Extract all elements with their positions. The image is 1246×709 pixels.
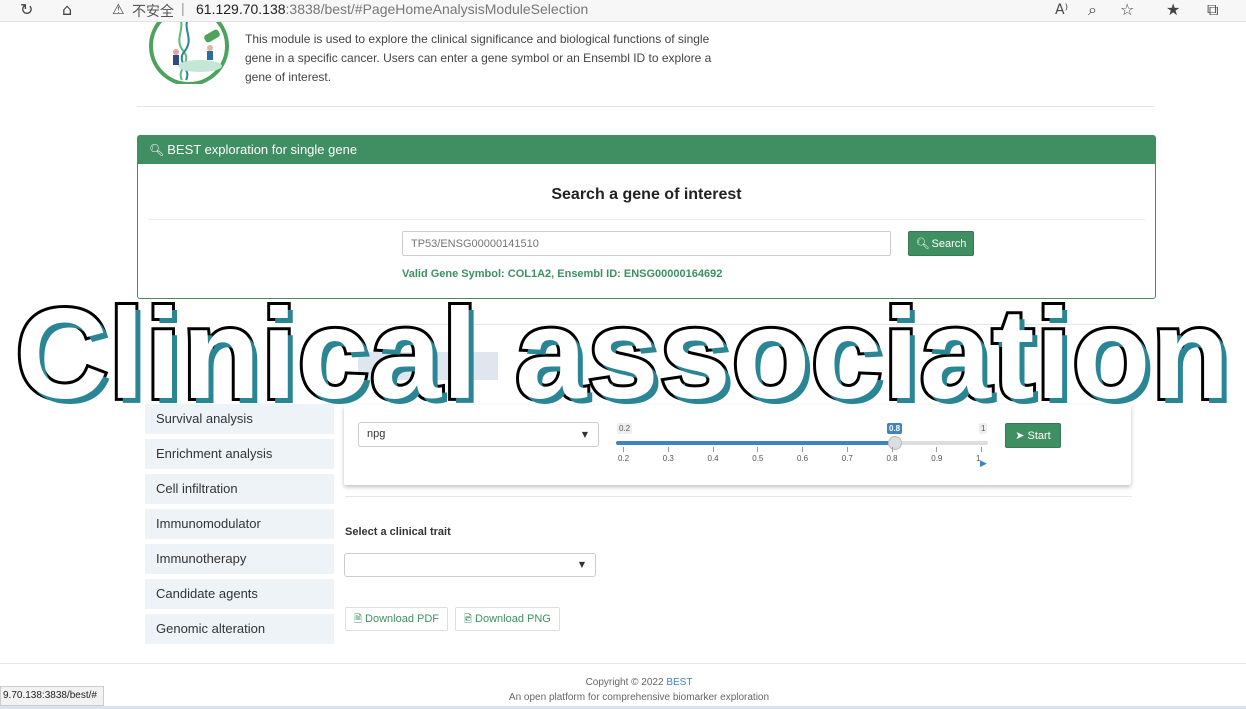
valid-gene-hint: Valid Gene Symbol: COL1A2, Ensembl ID: E… <box>402 268 723 280</box>
slider-tick <box>846 447 848 452</box>
footer-tagline: An open platform for comprehensive bioma… <box>508 692 770 703</box>
footer-divider <box>0 663 1246 664</box>
slider-tick <box>802 447 803 452</box>
clinical-trait-select[interactable]: ▼ <box>344 553 596 577</box>
chevron-down-icon: ▼ <box>578 560 585 569</box>
collections-icon[interactable]: ⧉ <box>1207 0 1218 20</box>
brand-link[interactable]: BEST <box>666 677 692 688</box>
slider-tick-label: 0.7 <box>841 454 853 463</box>
zoom-icon[interactable]: ⌕ <box>1088 0 1097 20</box>
module-description: This module is used to explore the clini… <box>245 32 712 84</box>
slider-tick-label: 0.4 <box>707 454 719 463</box>
address-separator: | <box>181 0 185 16</box>
insecure-label[interactable]: 不安全 <box>132 1 174 21</box>
slider-tick-label: 0.6 <box>797 454 809 463</box>
slider-tick <box>936 447 938 452</box>
search-title: Search a gene of interest <box>551 186 742 203</box>
slider-fill <box>616 441 895 445</box>
search-button[interactable]: 🔍︎ Search <box>908 231 974 256</box>
warning-icon[interactable]: ⚠ <box>112 0 125 20</box>
slider-tick-label: 0.3 <box>662 454 674 463</box>
slider-tick <box>981 447 982 452</box>
url-path: :3838/best/#PageHomeAnalysisModuleSelect… <box>285 1 589 17</box>
download-png-button[interactable]: 🖻 Download PNG <box>455 607 560 631</box>
play-icon[interactable]: ▶ <box>980 459 987 469</box>
reload-icon[interactable]: ↻ <box>20 0 33 20</box>
address-bar[interactable]: 61.129.70.138:3838/best/#PageHomeAnalysi… <box>196 1 588 17</box>
read-aloud-icon[interactable]: A⁾ <box>1055 0 1068 20</box>
panel-divider <box>148 219 1145 220</box>
slider-handle[interactable] <box>888 436 902 450</box>
image-file-icon: 🖻 <box>464 614 473 625</box>
clinical-trait-label: Select a clinical trait <box>345 526 451 538</box>
copyright-text: Copyright © 2022 <box>585 677 667 688</box>
sidebar-item-candidate-agents[interactable]: Candidate agents <box>145 579 334 609</box>
sidebar-item-immunotherapy[interactable]: Immunotherapy <box>145 544 334 574</box>
sidebar-item-genomic-alteration[interactable]: Genomic alteration <box>145 614 334 644</box>
status-url-tooltip: 9.70.138:3838/best/# <box>0 686 104 706</box>
rocket-icon: ➤ <box>1015 429 1025 442</box>
favorite-icon[interactable]: ☆ <box>1120 0 1134 20</box>
start-button-label: Start <box>1027 430 1051 442</box>
url-host: 61.129.70.138 <box>196 1 286 17</box>
section-divider <box>345 496 1132 497</box>
slider-tick-label: 0.9 <box>931 454 943 463</box>
panel-header-label: BEST exploration for single gene <box>167 142 358 157</box>
browser-toolbar: ↻ ⌂ ⚠ 不安全 | 61.129.70.138:3838/best/#Pag… <box>0 0 1246 22</box>
panel-header: 🔍︎ BEST exploration for single gene <box>138 136 1155 164</box>
search-icon: 🔍︎ <box>915 237 930 250</box>
download-pdf-label: Download PDF <box>365 613 440 625</box>
module-logo <box>148 22 232 84</box>
sidebar-item-cell-infiltration[interactable]: Cell infiltration <box>145 474 334 504</box>
section-divider <box>137 106 1155 107</box>
download-png-label: Download PNG <box>475 613 551 625</box>
slider-tick <box>667 447 669 452</box>
download-pdf-button[interactable]: 🗎 Download PDF <box>345 607 449 631</box>
caption-overlay: Clinical association <box>12 280 1232 429</box>
slider-tick <box>712 447 714 452</box>
slider-tick <box>623 447 624 452</box>
slider-tick-label: 0.8 <box>886 454 898 463</box>
slider-tick-label: 0.5 <box>752 454 764 463</box>
search-icon: 🔍︎ <box>149 143 165 157</box>
gene-search-input[interactable] <box>402 231 891 256</box>
search-button-label: Search <box>931 238 967 250</box>
footer-copyright: Copyright © 2022 BEST <box>0 677 1246 688</box>
slider-tick <box>891 447 893 452</box>
slider-tick <box>757 447 759 452</box>
sidebar-item-enrichment-analysis[interactable]: Enrichment analysis <box>145 439 334 469</box>
favorites-icon[interactable]: ★ <box>1166 0 1180 20</box>
slider-tick-label: 0.2 <box>618 454 630 463</box>
home-icon[interactable]: ⌂ <box>62 0 72 20</box>
sidebar-item-immunomodulator[interactable]: Immunomodulator <box>145 509 334 539</box>
file-icon: 🗎 <box>354 614 363 625</box>
search-panel: 🔍︎ BEST exploration for single gene Searc… <box>137 135 1156 299</box>
